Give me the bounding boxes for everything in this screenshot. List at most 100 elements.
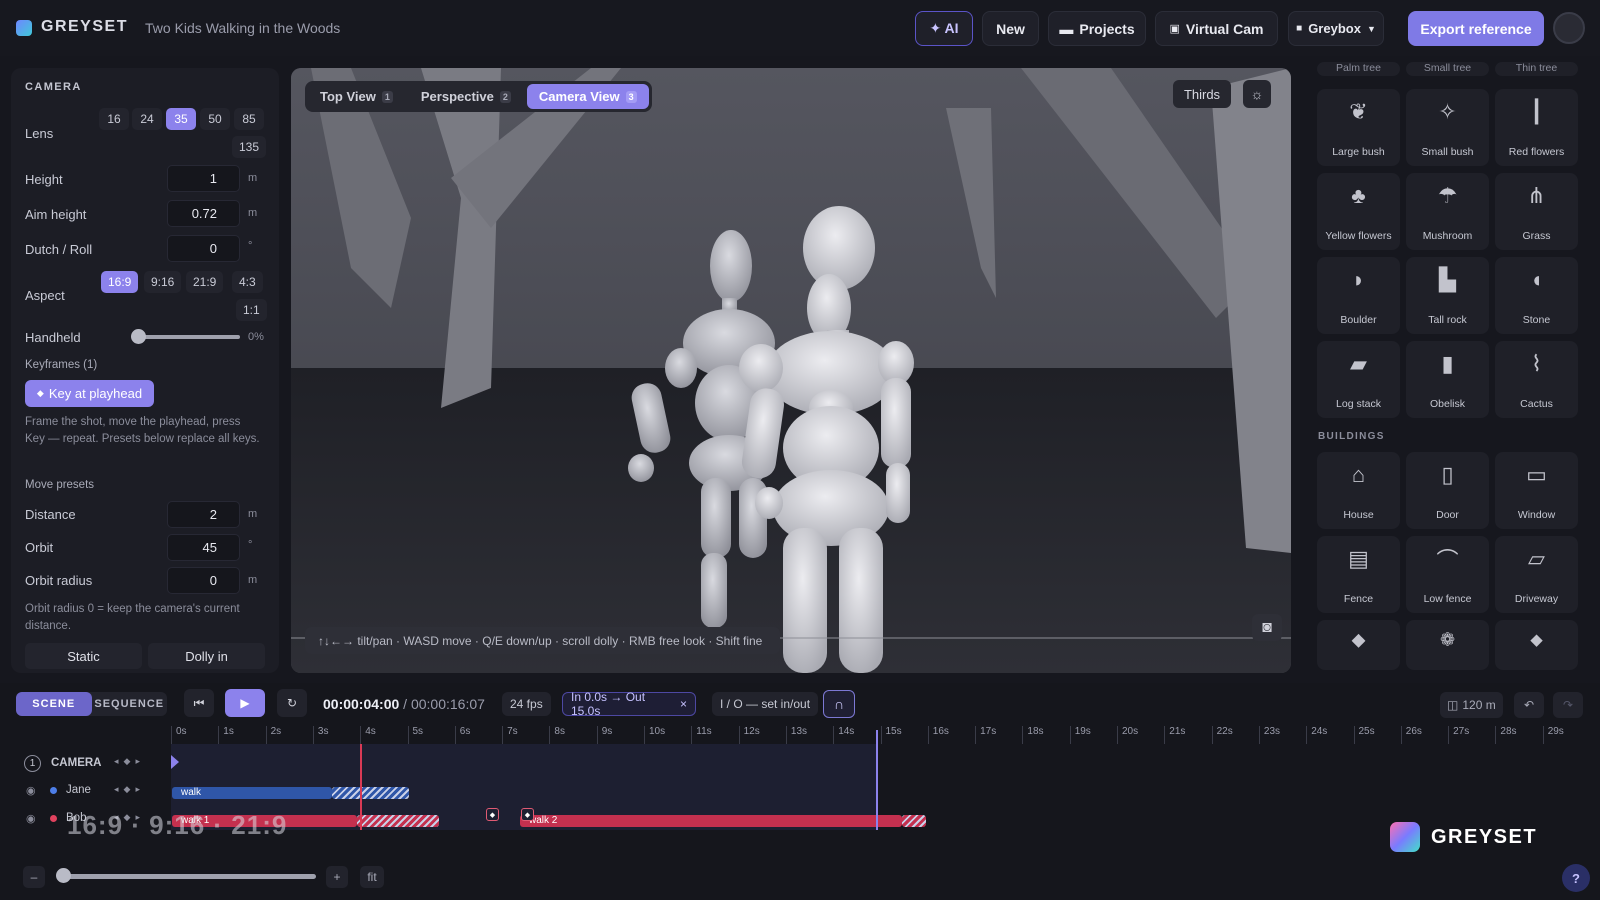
lens-option-135[interactable]: 135 <box>232 136 267 158</box>
asset-tile-label: Tall rock <box>1428 314 1467 326</box>
lens-option-16[interactable]: 16 <box>99 108 129 130</box>
camera-key-nav[interactable]: ◂◆▸ <box>114 756 145 767</box>
lens-option-24[interactable]: 24 <box>132 108 162 130</box>
time-ruler[interactable]: 0s 1s 2s 3s 4s 5s 6s 7s 8s 9s 10s 11s 12s 13s 14s 15s 16… <box>171 726 1600 744</box>
bob-keyframe[interactable]: ◆ <box>486 808 499 821</box>
virtual-cam-button[interactable]: ▣ Virtual Cam <box>1155 11 1278 46</box>
asset-tile-large-bush[interactable]: ❦ Large bush <box>1317 89 1400 166</box>
grass-icon: ⋔ <box>1527 183 1546 209</box>
lens-option-50[interactable]: 50 <box>200 108 230 130</box>
new-button[interactable]: New <box>982 11 1039 46</box>
bob-walk2-blend[interactable] <box>902 815 926 827</box>
asset-tile-red-flowers[interactable]: ┃ Red flowers <box>1495 89 1578 166</box>
tab-perspective[interactable]: Perspective 2 <box>409 84 523 109</box>
redo-icon: ↷ <box>1562 698 1574 712</box>
sequence-mode-button[interactable]: SEQUENCE <box>92 692 168 716</box>
aim-height-input[interactable]: 0.72 <box>167 200 240 227</box>
ai-button[interactable]: ✦ AI <box>915 11 973 46</box>
tab-camera-view[interactable]: Camera View 3 <box>526 84 649 109</box>
orbit-input[interactable]: 45 <box>167 534 240 561</box>
help-button[interactable]: ? <box>1562 864 1590 892</box>
bob-walk2-clip[interactable]: walk 2 <box>520 815 902 827</box>
static-button[interactable]: Static <box>25 643 142 669</box>
zoom-out-button[interactable]: – <box>23 866 45 888</box>
asset-tile-driveway[interactable]: ▱ Driveway <box>1495 536 1578 613</box>
distance-input[interactable]: 2 <box>167 501 240 528</box>
asset-tile[interactable]: ◆ <box>1317 620 1400 670</box>
asset-tile-window[interactable]: ▭ Window <box>1495 452 1578 529</box>
key-at-playhead-button[interactable]: ◆ Key at playhead <box>25 380 154 407</box>
scene-mode-button[interactable]: SCENE <box>16 692 92 716</box>
fps-selector[interactable]: 24 fps <box>502 692 551 716</box>
asset-tile-house[interactable]: ⌂ House <box>1317 452 1400 529</box>
ruler-tick: 21s <box>1164 726 1185 744</box>
dutch-roll-input[interactable]: 0 <box>167 235 240 262</box>
projects-button[interactable]: ▬ Projects <box>1048 11 1146 46</box>
ruler-tick: 2s <box>265 726 281 744</box>
timeline-zoom-slider[interactable] <box>62 874 316 879</box>
height-input[interactable]: 1 <box>167 165 240 192</box>
snap-toggle[interactable]: ∩ <box>823 690 855 718</box>
asset-tile[interactable]: ❁ <box>1406 620 1489 670</box>
jane-key-nav[interactable]: ◂◆▸ <box>114 784 145 795</box>
bob-keyframe[interactable]: ◆ <box>521 808 534 821</box>
lens-option-35[interactable]: 35 <box>166 108 196 130</box>
asset-tile-small-bush[interactable]: ✧ Small bush <box>1406 89 1489 166</box>
asset-tile-tall-rock[interactable]: ▙ Tall rock <box>1406 257 1489 334</box>
asset-tile-grass[interactable]: ⋔ Grass <box>1495 173 1578 250</box>
asset-tile[interactable]: ⬥ <box>1495 620 1578 670</box>
camera-keyframe-marker[interactable] <box>171 755 179 769</box>
asset-tile-boulder[interactable]: ◗ Boulder <box>1317 257 1400 334</box>
skip-to-start-button[interactable]: ⏮ <box>184 689 214 717</box>
aspect-option-4-3[interactable]: 4:3 <box>232 271 263 293</box>
aspect-option-9-16[interactable]: 9:16 <box>144 271 182 293</box>
eye-icon[interactable]: ◉ <box>26 784 36 797</box>
orbit-radius-input[interactable]: 0 <box>167 567 240 594</box>
low-fence-icon: ⌒ <box>1436 548 1459 574</box>
jane-walk-clip[interactable]: walk <box>172 787 332 799</box>
camera-viewport[interactable] <box>291 68 1291 673</box>
asset-tile-stone[interactable]: ◖ Stone <box>1495 257 1578 334</box>
asset-tile-fence[interactable]: ▤ Fence <box>1317 536 1400 613</box>
screenshot-button[interactable]: ◙ <box>1252 614 1282 641</box>
zoom-in-button[interactable]: + <box>326 866 348 888</box>
asset-tile-log-stack[interactable]: ▰ Log stack <box>1317 341 1400 418</box>
lens-option-85[interactable]: 85 <box>234 108 264 130</box>
export-reference-button[interactable]: Export reference <box>1408 11 1544 46</box>
asset-tile-low-fence[interactable]: ⌒ Low fence <box>1406 536 1489 613</box>
avatar[interactable] <box>1553 12 1585 44</box>
aspect-option-1-1[interactable]: 1:1 <box>236 299 267 321</box>
zoom-fit-button[interactable]: fit <box>360 866 384 888</box>
redo-button[interactable]: ↷ <box>1553 692 1583 718</box>
asset-tile-obelisk[interactable]: ▮ Obelisk <box>1406 341 1489 418</box>
lighting-button[interactable]: ☼ <box>1243 80 1271 108</box>
timeline-zoom-handle[interactable] <box>56 868 71 883</box>
aspect-option-16-9[interactable]: 16:9 <box>101 271 139 293</box>
dolly-in-button[interactable]: Dolly in <box>148 643 265 669</box>
handheld-slider[interactable] <box>137 335 240 339</box>
greybox-dropdown[interactable]: ■ Greybox ▼ <box>1288 11 1384 46</box>
handheld-slider-handle[interactable] <box>131 329 146 344</box>
clear-icon[interactable]: × <box>680 697 687 711</box>
in-out-range[interactable]: In 0.0s → Out 15.0s × <box>562 690 696 718</box>
out-point-marker[interactable] <box>876 730 878 830</box>
asset-tile-cactus[interactable]: ⌇ Cactus <box>1495 341 1578 418</box>
asset-tile-mushroom[interactable]: ☂ Mushroom <box>1406 173 1489 250</box>
play-button[interactable]: ▶ <box>225 689 265 717</box>
playhead[interactable] <box>360 744 362 830</box>
bob-walk1-blend[interactable] <box>357 815 439 827</box>
aspect-option-21-9[interactable]: 21:9 <box>186 271 224 293</box>
asset-tile-small-tree[interactable]: Small tree <box>1406 62 1489 76</box>
asset-tile-door[interactable]: ▯ Door <box>1406 452 1489 529</box>
tab-top-view[interactable]: Top View 1 <box>308 84 405 109</box>
thirds-toggle[interactable]: Thirds <box>1173 80 1231 108</box>
asset-tile-palm-tree[interactable]: Palm tree <box>1317 62 1400 76</box>
asset-tile-thin-tree[interactable]: Thin tree <box>1495 62 1578 76</box>
loop-button[interactable]: ↻ <box>277 689 307 717</box>
eye-icon[interactable]: ◉ <box>26 812 36 825</box>
jane-walk-blend[interactable] <box>332 787 409 799</box>
house-icon: ⌂ <box>1351 462 1366 488</box>
asset-tile-yellow-flowers[interactable]: ♣ Yellow flowers <box>1317 173 1400 250</box>
undo-button[interactable]: ↶ <box>1514 692 1544 718</box>
scene-title[interactable]: Two Kids Walking in the Woods <box>145 20 340 36</box>
